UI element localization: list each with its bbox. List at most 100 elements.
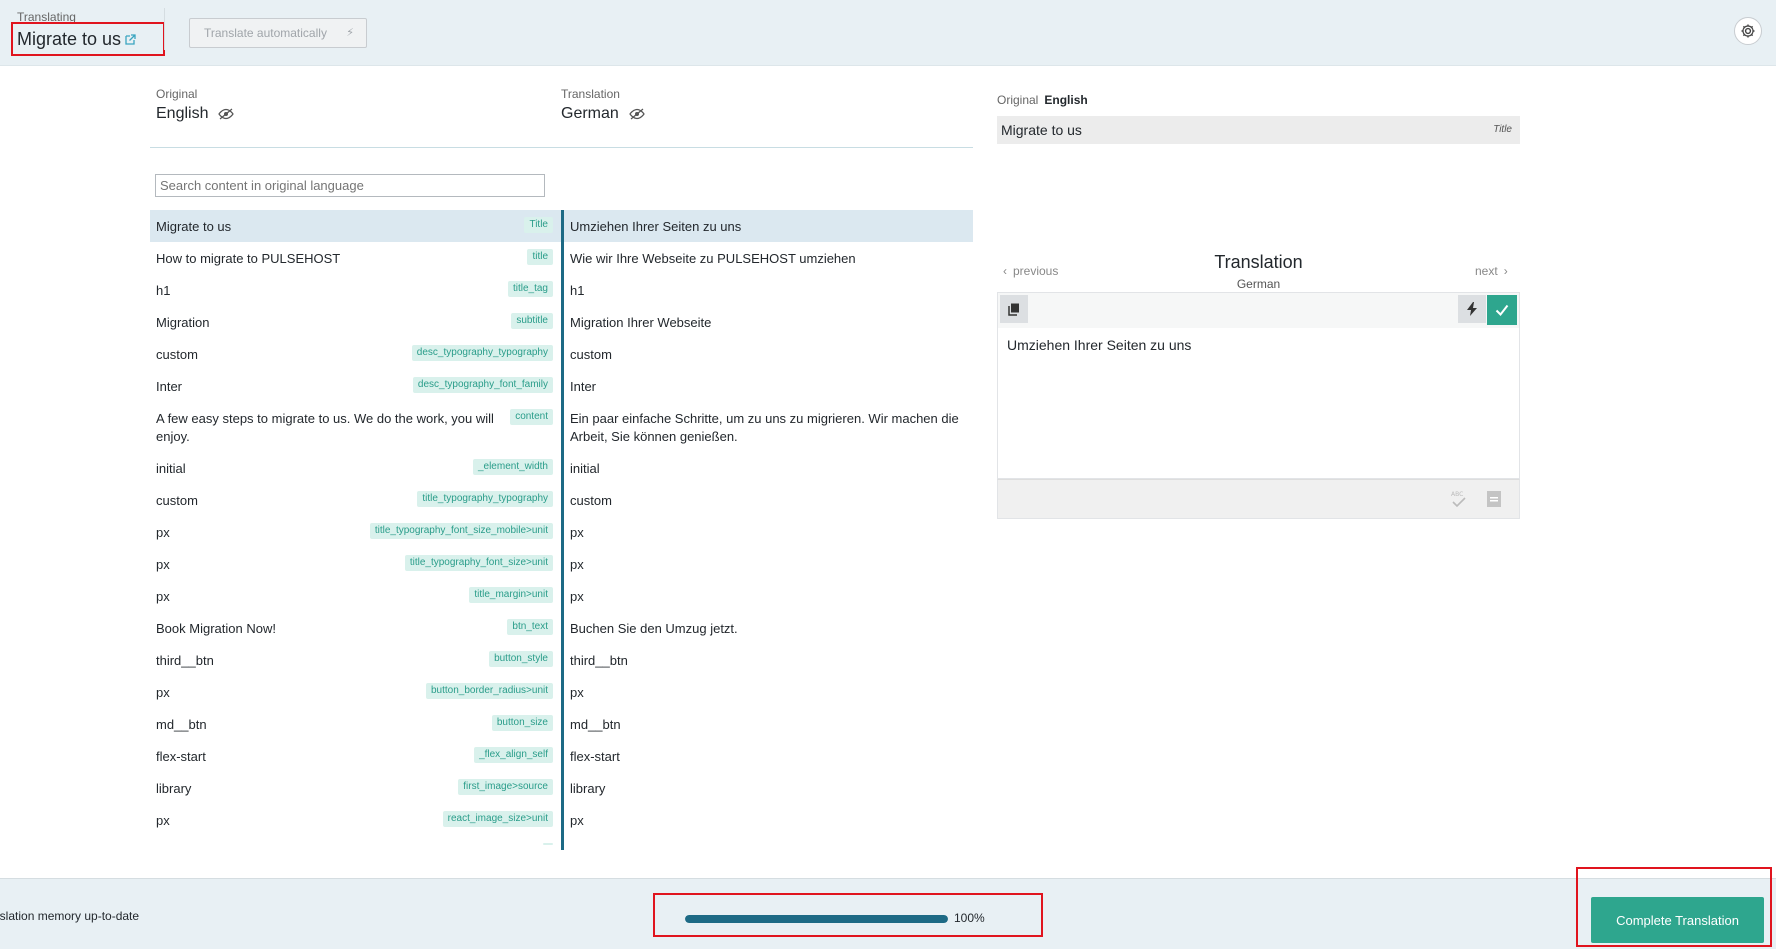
original-cell: Book Migration Now! btn_text [150,612,561,644]
string-row[interactable]: Migration subtitle Migration Ihrer Webseit… [150,306,973,338]
checkmark-icon [1495,304,1509,316]
translation-cell: initial [561,452,973,484]
bolt-icon: ⚡ [346,27,354,39]
chevron-right-icon: › [1503,264,1508,278]
field-tag: _element_width [472,459,553,475]
original-text-box: Migrate to us Title [997,116,1520,144]
next-button[interactable]: next › [1475,264,1508,278]
translation-cell: third__btn [561,644,973,676]
original-cell: px title_margin>unit [150,580,561,612]
original-cell: Inter desc_typography_font_family [150,370,561,402]
settings-button[interactable] [1734,17,1762,45]
string-row[interactable]: px title_typography_font_size>unit px [150,548,973,580]
bolt-icon [1467,302,1477,316]
eye-hidden-icon[interactable] [218,108,235,120]
translation-cell: flex-start [561,740,973,772]
original-text: Book Migration Now! [156,621,276,636]
field-tag: title_typography_font_size_mobile>unit [369,523,553,539]
string-row[interactable]: flex-start _flex_align_self flex-start [150,740,973,772]
search-input[interactable] [155,174,545,197]
field-tag: title [527,249,553,265]
field-tag: title_typography_font_size>unit [404,555,553,571]
translation-cell: h1 [561,274,973,306]
translation-cell: px [561,804,973,836]
original-cell: md__btn button_size [150,708,561,740]
translation-cell: library [561,772,973,804]
string-row[interactable]: A few easy steps to migrate to us. We do… [150,402,973,452]
complete-button-highlight [1576,867,1772,947]
translation-cell: px [561,516,973,548]
save-translation-button[interactable] [1487,295,1517,325]
translation-cell: Migration Ihrer Webseite [561,306,973,338]
field-tag: desc_typography_typography [411,345,553,361]
translation-cell: Umziehen Ihrer Seiten zu uns [561,210,973,242]
translation-cell: Inter [561,370,973,402]
translation-cell: Wie wir Ihre Webseite zu PULSEHOST umzie… [561,242,973,274]
string-row[interactable]: Book Migration Now! btn_text Buchen Sie de… [150,612,973,644]
original-text: Migrate to us [156,219,232,234]
string-row[interactable]: h1 title_tag h1 [150,274,973,306]
header-divider [164,8,165,50]
string-row[interactable] [150,836,973,850]
translation-heading-lang: German [1236,277,1281,291]
string-row[interactable]: px button_border_radius>unit px [150,676,973,708]
field-tag: content [510,409,553,425]
string-row[interactable]: initial _element_width initial [150,452,973,484]
field-tag: btn_text [507,619,553,635]
original-text: How to migrate to PULSEHOST [156,251,341,266]
editor-header: Translating Migrate to us Translate auto… [0,0,1776,66]
spellcheck-icon[interactable]: ABC [1450,489,1468,509]
field-tag: button_style [489,651,553,667]
string-row[interactable]: px react_image_size>unit px [150,804,973,836]
string-row[interactable]: px title_typography_font_size_mobile>unit… [150,516,973,548]
original-cell: h1 title_tag [150,274,561,306]
gear-icon [1741,24,1755,38]
translation-cell: md__btn [561,708,973,740]
original-cell: px react_image_size>unit [150,804,561,836]
original-cell: initial _element_width [150,452,561,484]
field-type-label: Title [1493,124,1512,135]
translation-memory-status: nslation memory up-to-date [0,909,140,923]
string-row[interactable]: Migrate to us Title Umziehen Ihrer Seiten … [150,210,973,242]
string-row[interactable]: md__btn button_size md__btn [150,708,973,740]
string-list: Migrate to us Title Umziehen Ihrer Seiten … [150,210,973,878]
string-row[interactable]: px title_margin>unit px [150,580,973,612]
translation-cell: Buchen Sie den Umzug jetzt. [561,612,973,644]
original-cell: Migrate to us Title [150,210,561,242]
translation-cell [561,836,973,850]
field-tag: button_size [491,715,553,731]
field-tag: title_typography_typography [417,491,553,507]
translation-footer: ABC [997,479,1520,519]
field-tag: desc_typography_font_family [412,377,553,393]
glossary-icon[interactable] [1486,490,1502,508]
original-cell: A few easy steps to migrate to us. We do… [150,402,561,452]
field-tag: title_tag [507,281,553,297]
language-divider [150,147,973,148]
translation-cell: px [561,580,973,612]
translation-heading: Translation [1214,252,1303,272]
progress-highlight [653,893,1043,937]
right-original-lang: English [1044,93,1088,107]
translate-automatically-button[interactable]: Translate automatically ⚡ [189,18,367,48]
copy-original-button[interactable] [1000,295,1028,323]
translate-automatically-label: Translate automatically [204,26,327,40]
copy-icon [1008,303,1019,316]
string-row[interactable]: How to migrate to PULSEHOST title Wie wir … [150,242,973,274]
original-cell: third__btn button_style [150,644,561,676]
original-text: Migrate to us [1001,122,1082,138]
string-row[interactable]: Inter desc_typography_font_family Inter [150,370,973,402]
field-tag: _flex_align_self [474,747,553,763]
auto-translate-string-button[interactable] [1458,295,1486,323]
field-tag: title_margin>unit [469,587,553,603]
eye-hidden-icon[interactable] [629,108,645,120]
translation-textarea[interactable]: Umziehen Ihrer Seiten zu uns [997,328,1520,479]
string-row[interactable]: custom title_typography_typography custom [150,484,973,516]
translation-cell: px [561,676,973,708]
string-row[interactable]: third__btn button_style third__btn [150,644,973,676]
original-text: Migration [156,315,210,330]
original-label: Original [156,87,198,101]
string-row[interactable]: library first_image>source library [150,772,973,804]
original-cell: custom title_typography_typography [150,484,561,516]
string-row[interactable]: custom desc_typography_typography custom [150,338,973,370]
title-highlight [11,22,165,56]
